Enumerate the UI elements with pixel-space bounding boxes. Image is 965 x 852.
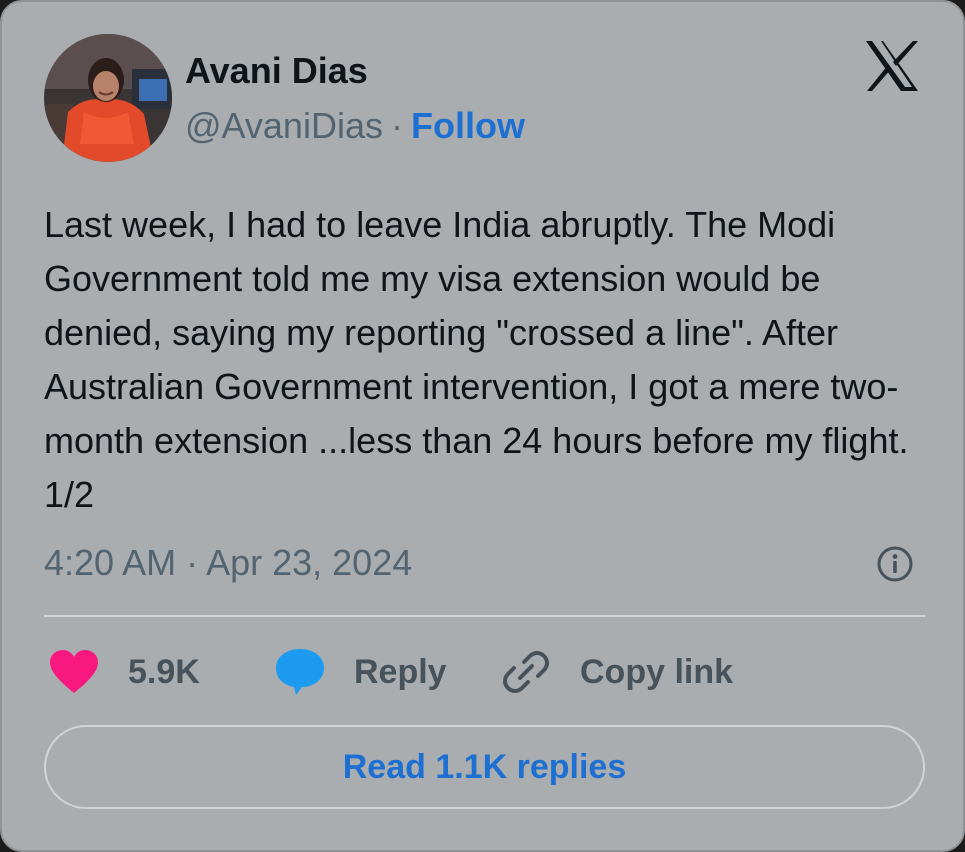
tweet-text: Last week, I had to leave India abruptly… xyxy=(44,204,909,515)
copy-link-label: Copy link xyxy=(580,652,734,691)
speech-bubble-icon xyxy=(276,649,324,695)
link-icon xyxy=(503,651,549,693)
follow-button[interactable]: Follow xyxy=(411,105,525,146)
author-name[interactable]: Avani Dias xyxy=(185,50,368,92)
author-handle-row: @AvaniDias · Follow xyxy=(185,105,525,147)
divider xyxy=(44,615,925,617)
tweet-timestamp[interactable]: 4:20 AM · Apr 23, 2024 xyxy=(44,542,412,584)
info-icon[interactable] xyxy=(876,545,914,583)
read-replies-button[interactable]: Read 1.1K replies xyxy=(44,725,925,809)
tweet-card: Avani Dias @AvaniDias · Follow Last week, … xyxy=(0,0,965,852)
heart-icon xyxy=(50,650,98,693)
separator-dot: · xyxy=(390,105,403,146)
author-avatar[interactable] xyxy=(44,34,172,162)
like-count: 5.9K xyxy=(128,652,200,691)
reply-button[interactable]: Reply xyxy=(274,642,447,702)
like-button[interactable]: 5.9K xyxy=(48,642,200,702)
reply-label: Reply xyxy=(354,652,447,691)
author-handle[interactable]: @AvaniDias xyxy=(185,105,383,146)
copy-link-button[interactable]: Copy link xyxy=(502,642,733,702)
x-logo-icon[interactable] xyxy=(864,40,920,92)
